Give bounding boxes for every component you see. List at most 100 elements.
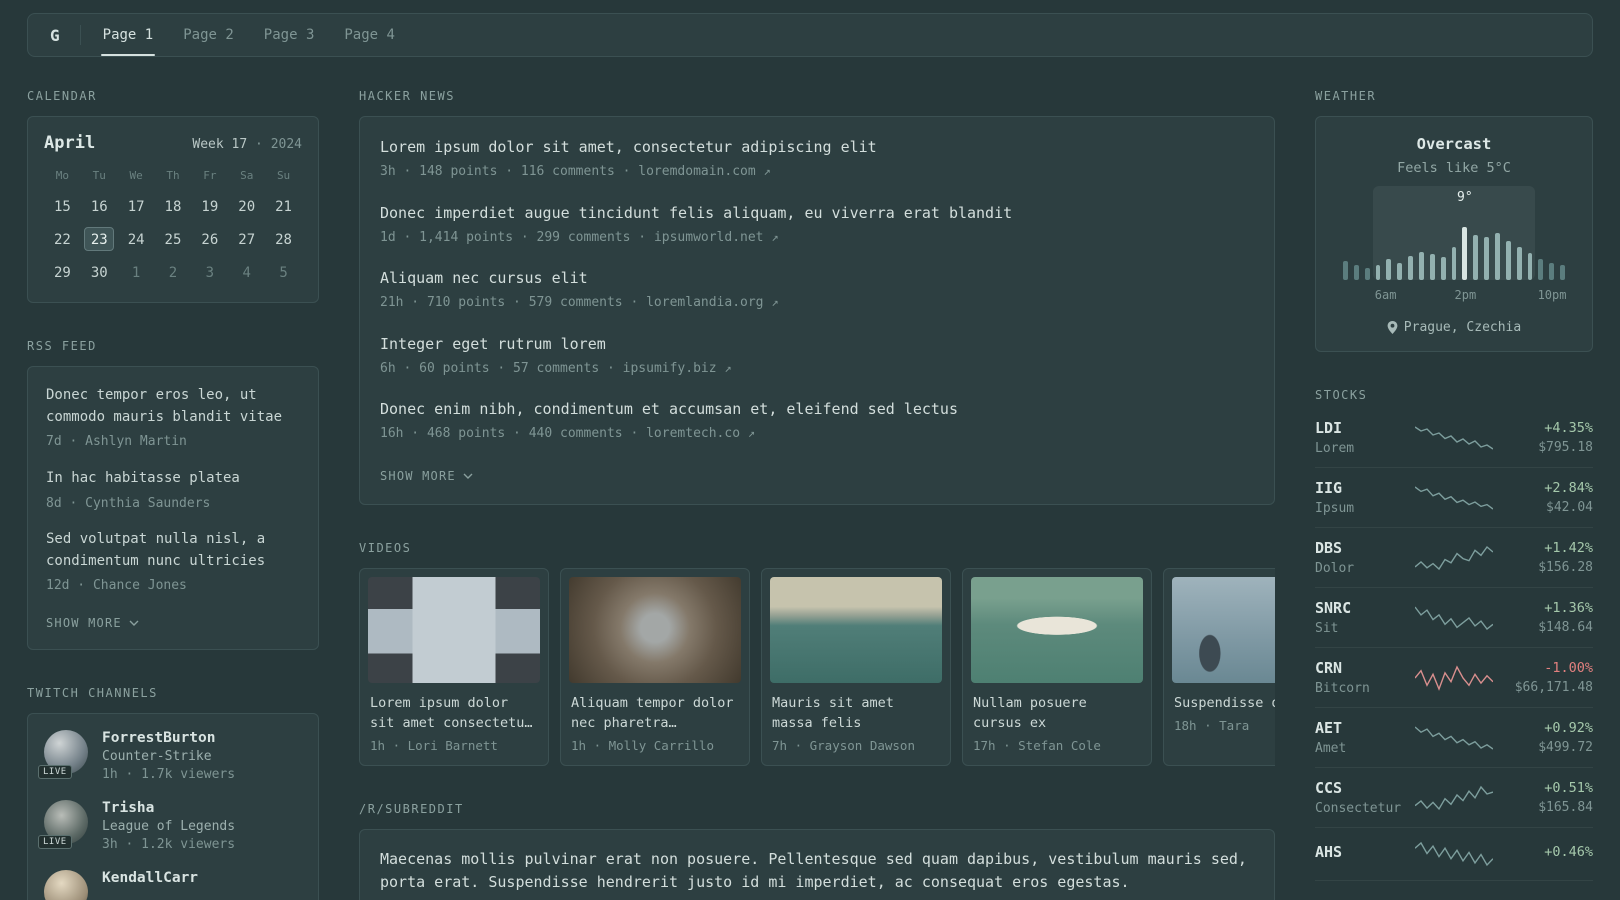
stock-change: +0.92% — [1544, 720, 1593, 736]
calendar-week-label: Week 17 — [192, 137, 248, 152]
stock-name: Sit — [1315, 621, 1339, 636]
calendar-widget: Calendar April Week 17 · 2024 Mo Tu We — [27, 89, 319, 303]
calendar-day: 20 — [238, 199, 256, 215]
calendar-day: 16 — [90, 199, 108, 215]
news-meta: 16h · 468 points · 440 comments · — [380, 426, 647, 441]
stock-symbol: DBS — [1315, 539, 1343, 557]
news-item: Donec enim nibh, condimentum et accumsan… — [380, 399, 1254, 444]
stock-row: SNRC Sit +1.36% $148.64 — [1315, 588, 1593, 648]
stock-price: $156.28 — [1538, 560, 1593, 575]
video-card[interactable]: Suspendisse diam 18h · Tara — [1163, 567, 1275, 766]
video-title: Nullam posuere cursus ex — [973, 694, 1087, 731]
stock-sparkline — [1415, 725, 1493, 750]
weekday-label: Fr — [203, 169, 217, 182]
stocks-widget: Stocks LDI Lorem +4.35% $795.18 IIG Ipsum +… — [1315, 388, 1593, 881]
rss-title-link[interactable]: Sed volutpat nulla nisl, a condimentum n… — [46, 529, 300, 572]
rss-title-link[interactable]: In hac habitasse platea — [46, 468, 300, 490]
weather-condition: Overcast — [1416, 135, 1492, 153]
twitch-channel-row[interactable]: LIVE KendallCarr — [44, 869, 302, 900]
stock-symbol: CCS — [1315, 779, 1343, 797]
external-link-icon: ↗ — [724, 360, 732, 375]
channel-game: Counter-Strike — [102, 748, 212, 764]
hackernews-card: Lorem ipsum dolor sit amet, consectetur … — [359, 116, 1275, 505]
stock-sparkline — [1415, 545, 1493, 570]
calendar-day: 25 — [164, 232, 182, 248]
video-thumbnail — [368, 576, 540, 683]
weather-axis: 6am 2pm 10pm — [1374, 288, 1567, 302]
stock-change: +1.36% — [1544, 600, 1593, 616]
tab-page-4[interactable]: Page 4 — [342, 14, 397, 56]
show-more-button[interactable]: SHOW MORE — [380, 469, 473, 483]
video-meta: 17h · Stefan Cole — [973, 738, 1101, 753]
stock-name: Ipsum — [1315, 501, 1355, 516]
calendar-day-next-month: 2 — [168, 265, 178, 281]
news-title-link[interactable]: Aliquam nec cursus elit — [380, 268, 1254, 289]
channel-name: KendallCarr — [102, 869, 199, 886]
video-card[interactable]: Lorem ipsum dolor sit amet consectetu… 1… — [359, 567, 549, 766]
stock-name: Bitcorn — [1315, 681, 1370, 696]
calendar-day: 30 — [90, 265, 108, 281]
news-domain-link[interactable]: loremlandia.org ↗ — [646, 295, 778, 310]
news-domain-link[interactable]: ipsumworld.net ↗ — [654, 230, 779, 245]
weather-card: Overcast Feels like 5°C 9° 6am 2pm 10pm Pr… — [1315, 116, 1593, 352]
tab-page-1[interactable]: Page 1 — [100, 14, 156, 56]
live-badge: LIVE — [38, 764, 72, 779]
calendar-day-next-month: 3 — [205, 265, 215, 281]
stock-name: Dolor — [1315, 561, 1355, 576]
twitch-channel-row[interactable]: LIVE Trisha League of Legends 3h · 1.2k … — [38, 799, 302, 852]
calendar-day: 29 — [53, 265, 71, 281]
calendar-day-next-month: 1 — [131, 265, 141, 281]
separator-dot: · — [255, 137, 263, 152]
weather-location: Prague, Czechia — [1330, 320, 1578, 335]
channel-meta: 1h · 1.7k viewers — [102, 766, 236, 782]
dashboard-grid: Calendar April Week 17 · 2024 Mo Tu We — [27, 89, 1593, 900]
calendar-card: April Week 17 · 2024 Mo Tu We Th Fr Sa S… — [27, 116, 319, 303]
rss-title-link[interactable]: Donec tempor eros leo, ut commodo mauris… — [46, 385, 300, 428]
calendar-day: 15 — [53, 199, 71, 215]
section-title-calendar: Calendar — [27, 89, 97, 103]
news-title-link[interactable]: Lorem ipsum dolor sit amet, consectetur … — [380, 137, 1254, 158]
stock-price: $66,171.48 — [1514, 680, 1593, 695]
app-logo[interactable]: G — [50, 26, 60, 45]
live-badge: LIVE — [38, 834, 72, 849]
weekday-label: Th — [166, 169, 180, 182]
external-link-icon: ↗ — [747, 426, 756, 440]
stock-change: +0.51% — [1544, 780, 1593, 796]
video-thumbnail — [1172, 576, 1275, 683]
news-domain-link[interactable]: loremtech.co ↗ — [646, 426, 755, 441]
video-card[interactable]: Aliquam tempor dolor nec pharetra… 1h · … — [560, 567, 750, 766]
middle-column: Hacker News Lorem ipsum dolor sit amet, … — [359, 89, 1275, 900]
news-domain-link[interactable]: loremdomain.com ↗ — [638, 164, 770, 179]
channel-avatar — [44, 869, 88, 900]
rss-meta: 7d · Ashlyn Martin — [46, 434, 187, 450]
news-item: Aliquam nec cursus elit 21h · 710 points… — [380, 268, 1254, 313]
channel-name: ForrestBurton — [102, 729, 216, 746]
video-card[interactable]: Nullam posuere cursus ex 17h · Stefan Co… — [962, 567, 1152, 766]
calendar-day: 22 — [53, 232, 71, 248]
video-card[interactable]: Mauris sit amet massa felis 7h · Grayson… — [761, 567, 951, 766]
section-title-stocks: Stocks — [1315, 388, 1368, 402]
video-meta: 7h · Grayson Dawson — [772, 738, 915, 753]
tab-page-2[interactable]: Page 2 — [181, 14, 236, 56]
right-column: Weather Overcast Feels like 5°C 9° 6am 2p… — [1315, 89, 1593, 900]
video-meta: 1h · Molly Carrillo — [571, 738, 714, 753]
news-title-link[interactable]: Donec imperdiet augue tincidunt felis al… — [380, 203, 1254, 224]
show-more-button[interactable]: SHOW MORE — [46, 616, 139, 630]
video-carousel: Lorem ipsum dolor sit amet consectetu… 1… — [359, 567, 1275, 766]
tab-page-3[interactable]: Page 3 — [262, 14, 317, 56]
left-column: Calendar April Week 17 · 2024 Mo Tu We — [27, 89, 319, 900]
twitch-channel-row[interactable]: LIVE ForrestBurton Counter-Strike 1h · 1… — [38, 729, 302, 782]
news-domain-link[interactable]: ipsumify.biz ↗ — [623, 361, 732, 376]
news-item: Donec imperdiet augue tincidunt felis al… — [380, 203, 1254, 248]
news-title-link[interactable]: Integer eget rutrum lorem — [380, 334, 1254, 355]
rss-item: In hac habitasse platea 8d · Cynthia Sau… — [46, 468, 300, 513]
video-title: Aliquam tempor dolor nec pharetra… — [571, 694, 734, 731]
post-title-link[interactable]: Maecenas mollis pulvinar erat non posuer… — [380, 850, 1247, 891]
stock-sparkline — [1415, 606, 1493, 630]
stock-symbol: CRN — [1315, 659, 1343, 677]
news-title-link[interactable]: Donec enim nibh, condimentum et accumsan… — [380, 399, 1254, 420]
subreddit-card: Maecenas mollis pulvinar erat non posuer… — [359, 829, 1275, 900]
calendar-day: 28 — [275, 232, 292, 248]
channel-meta: 3h · 1.2k viewers — [102, 836, 236, 852]
stock-symbol: AET — [1315, 719, 1343, 737]
